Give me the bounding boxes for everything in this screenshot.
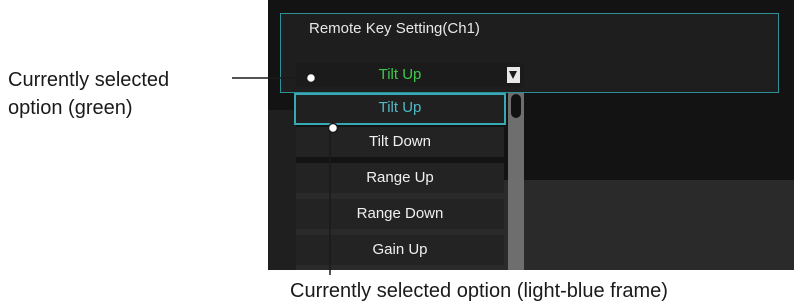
callout-green-dot bbox=[305, 72, 317, 84]
callout-frame-dot bbox=[327, 122, 339, 134]
callout-lines bbox=[232, 72, 339, 275]
